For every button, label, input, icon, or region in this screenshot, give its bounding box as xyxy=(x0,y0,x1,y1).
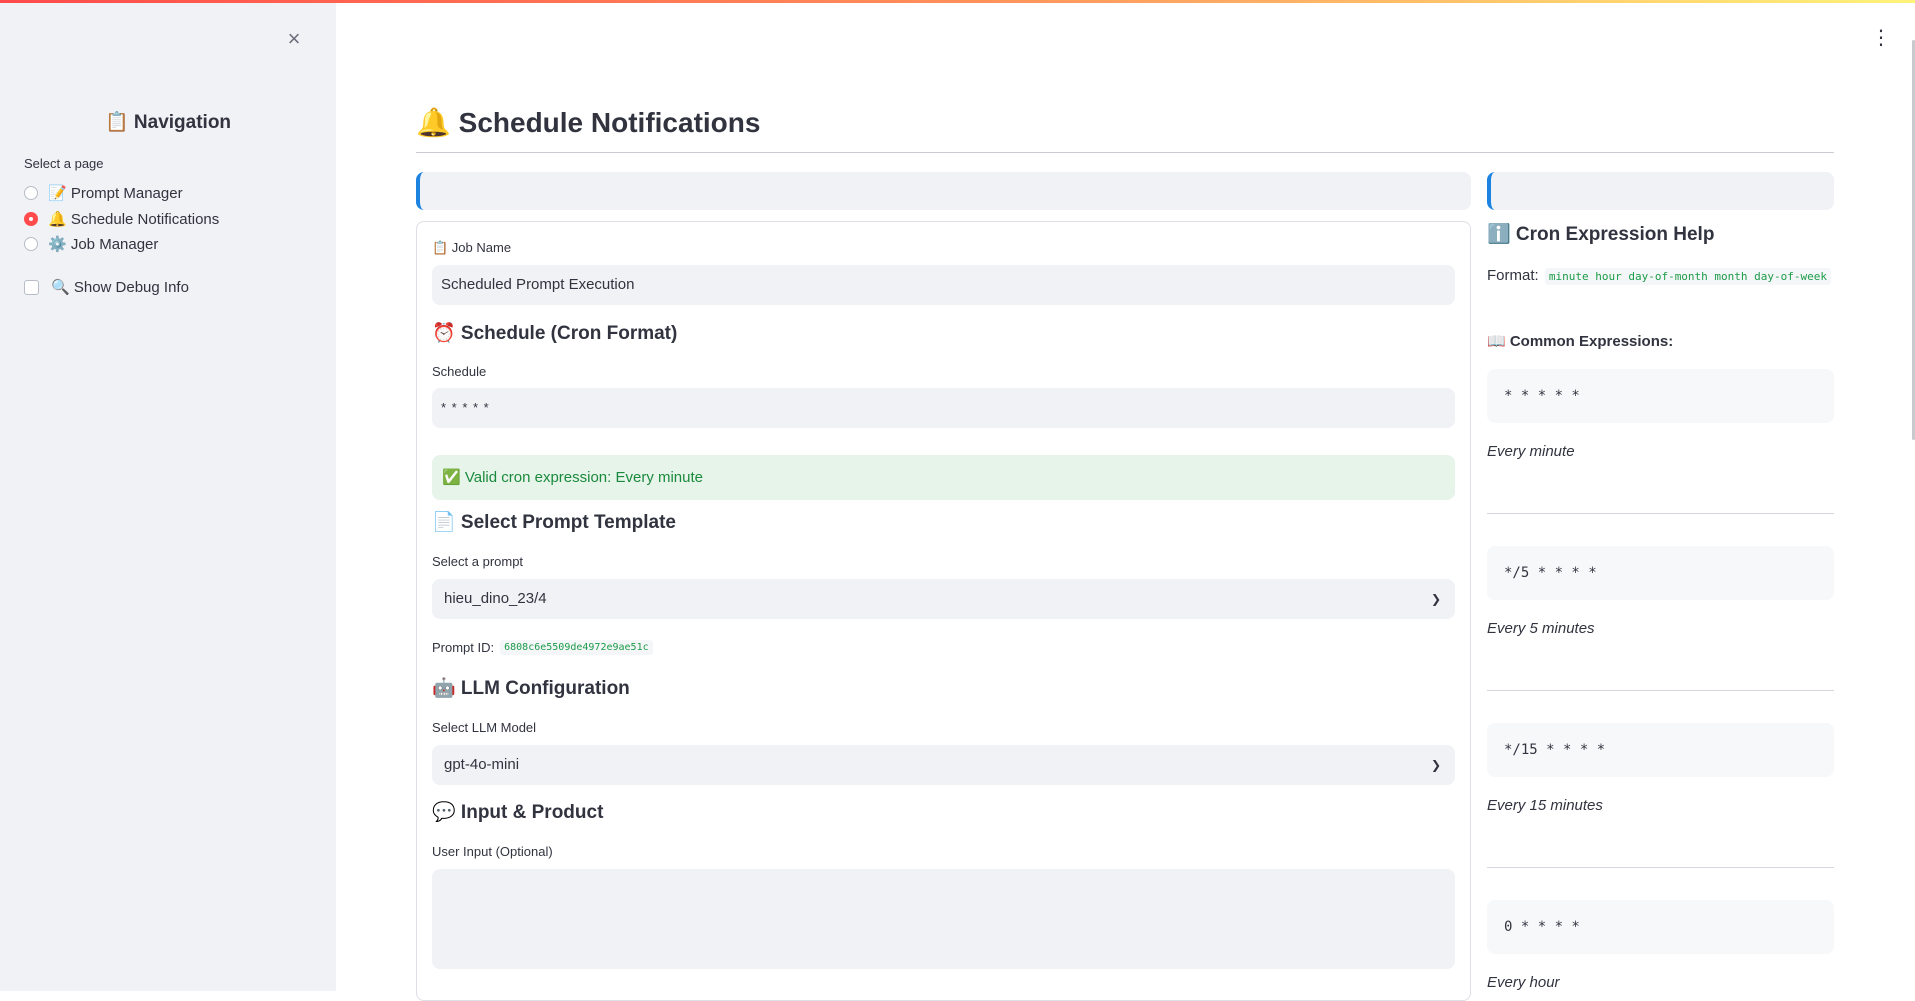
prompt-section-heading: 📄 Select Prompt Template xyxy=(432,512,676,533)
prompt-select[interactable]: hieu_dino_23/4 ❯ xyxy=(432,579,1455,619)
info-bar-left xyxy=(416,172,1471,210)
prompt-id-label: Prompt ID: xyxy=(432,640,495,655)
schedule-section-heading: ⏰ Schedule (Cron Format) xyxy=(432,323,678,344)
close-sidebar-icon[interactable]: × xyxy=(283,28,305,50)
cron-divider xyxy=(1487,513,1834,514)
user-input-label: User Input (Optional) xyxy=(432,844,553,859)
prompt-select-label: Select a prompt xyxy=(432,554,524,569)
cron-divider xyxy=(1487,690,1834,691)
llm-select-label: Select LLM Model xyxy=(432,720,537,735)
input-section-heading: 💬 Input & Product xyxy=(432,802,604,823)
sidebar: × 📋 Navigation Select a page 📝 Prompt Ma… xyxy=(0,0,336,991)
prompt-select-value: hieu_dino_23/4 xyxy=(444,590,547,607)
title-divider xyxy=(416,152,1834,153)
checkbox-icon[interactable] xyxy=(24,279,39,295)
llm-section-heading: 🤖 LLM Configuration xyxy=(432,678,630,699)
radio-job-manager[interactable]: ⚙️ Job Manager xyxy=(24,233,158,255)
user-input-textarea[interactable] xyxy=(432,869,1455,969)
radio-prompt-manager[interactable]: 📝 Prompt Manager xyxy=(24,182,183,204)
job-name-input[interactable]: Scheduled Prompt Execution xyxy=(432,265,1455,305)
radio-button-selected-icon[interactable] xyxy=(24,212,38,226)
schedule-label: Schedule xyxy=(432,364,487,379)
cron-expression-code: */15 * * * * xyxy=(1487,723,1834,777)
checkbox-label: 🔍 Show Debug Info xyxy=(51,279,189,296)
llm-model-select[interactable]: gpt-4o-mini ❯ xyxy=(432,745,1455,785)
radio-label: 📝 Prompt Manager xyxy=(48,185,183,202)
top-decoration-bar xyxy=(0,0,1915,3)
chevron-down-icon: ❯ xyxy=(1430,758,1441,772)
cron-expression-code: */5 * * * * xyxy=(1487,546,1834,600)
page-title: 🔔 Schedule Notifications xyxy=(416,107,761,138)
radio-label: 🔔 Schedule Notifications xyxy=(48,211,220,228)
cron-format-line: Format: minute hour day-of-month month d… xyxy=(1487,263,1832,290)
radio-label: ⚙️ Job Manager xyxy=(48,236,159,253)
prompt-id-value: 6808c6e5509de4972e9ae51c xyxy=(500,640,653,655)
common-expressions-heading: 📖 Common Expressions: xyxy=(1487,333,1674,350)
cron-expression-desc: Every hour xyxy=(1487,974,1560,991)
cron-expression-desc: Every 15 minutes xyxy=(1487,797,1603,814)
radio-button-icon[interactable] xyxy=(24,237,38,251)
schedule-input[interactable]: * * * * * xyxy=(432,388,1455,428)
prompt-id-row: Prompt ID: 6808c6e5509de4972e9ae51c xyxy=(432,640,653,655)
cron-valid-message: ✅ Valid cron expression: Every minute xyxy=(432,455,1455,500)
radio-schedule-notifications[interactable]: 🔔 Schedule Notifications xyxy=(24,208,219,230)
cron-help-heading: ℹ️ Cron Expression Help xyxy=(1487,224,1715,245)
cron-expression-code: 0 * * * * xyxy=(1487,900,1834,954)
sidebar-title: 📋 Navigation xyxy=(104,112,232,133)
llm-select-value: gpt-4o-mini xyxy=(444,756,520,773)
cron-expression-desc: Every 5 minutes xyxy=(1487,620,1595,637)
format-code: minute hour day-of-month month day-of-we… xyxy=(1544,268,1832,285)
job-name-label: 📋 Job Name xyxy=(432,240,512,255)
info-bar-right xyxy=(1487,172,1834,210)
cron-expression-code: * * * * * xyxy=(1487,369,1834,423)
format-label: Format: xyxy=(1487,267,1539,284)
cron-expression-desc: Every minute xyxy=(1487,443,1575,460)
main-menu-icon[interactable]: ⋮ xyxy=(1870,26,1892,50)
radio-button-icon[interactable] xyxy=(24,186,38,200)
chevron-down-icon: ❯ xyxy=(1430,592,1441,606)
page-select-label: Select a page xyxy=(24,156,104,171)
show-debug-checkbox[interactable]: 🔍 Show Debug Info xyxy=(24,276,189,298)
cron-divider xyxy=(1487,867,1834,868)
